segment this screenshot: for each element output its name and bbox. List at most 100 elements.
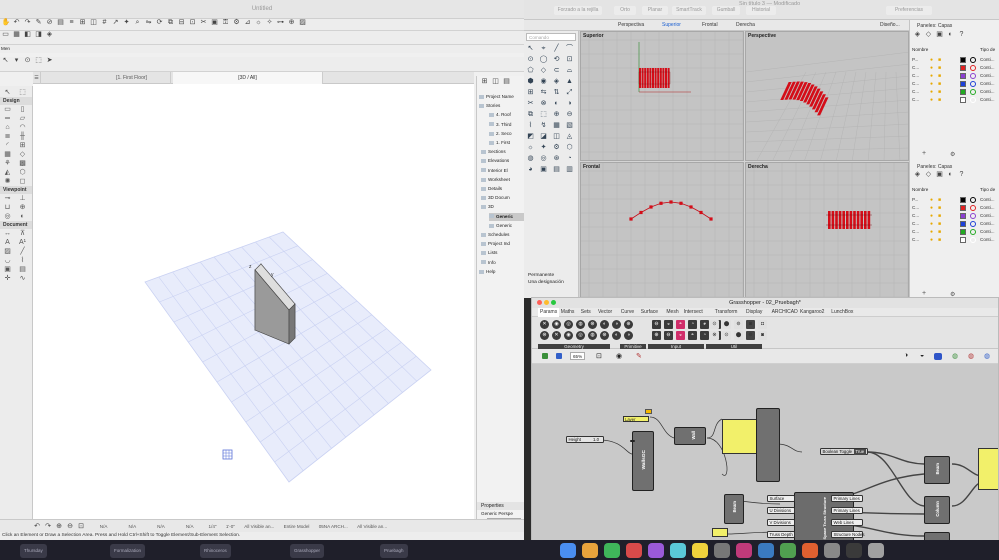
trace-icon[interactable]: ◫ <box>90 19 98 27</box>
layer-row[interactable]: C... ● ■ Conti... <box>910 220 999 228</box>
add-layer-icon[interactable]: + <box>922 150 926 157</box>
gh-param-icon[interactable]: ◉ <box>564 331 573 340</box>
visibility-bulb-icon[interactable]: ● <box>930 236 933 244</box>
viewport-derecha[interactable]: Derecha <box>745 162 909 298</box>
dock-icon[interactable] <box>824 543 840 558</box>
figure-tool-icon[interactable]: ▤ <box>17 265 28 274</box>
navigator-item[interactable]: Generic <box>489 222 512 230</box>
tab-perspectiva[interactable]: Perspectiva <box>618 20 644 31</box>
gh-input-icon[interactable]: ◓ <box>676 320 685 329</box>
gh-param-icon[interactable]: ◎ <box>576 331 585 340</box>
lamp-tool-icon[interactable]: ✺ <box>2 177 13 186</box>
visibility-bulb-icon[interactable]: ● <box>930 204 933 212</box>
gh-input-icon[interactable]: ⊖ <box>652 320 661 329</box>
visibility-bulb-icon[interactable]: ● <box>930 96 933 104</box>
rhino-tool-icon[interactable]: ⊞ <box>525 88 536 98</box>
rhino-tool-icon[interactable]: ⊛ <box>551 154 562 164</box>
gh-param-icon[interactable]: ◎ <box>564 320 573 329</box>
rhino-tool-icon[interactable]: ▥ <box>564 165 575 175</box>
space-truss-component[interactable]: Surface U Divisions V Divisions Truss Depth… <box>767 492 865 541</box>
lock-icon[interactable]: ■ <box>938 196 941 204</box>
rhino-tool-icon[interactable]: ◐ <box>551 99 562 109</box>
gh-param-icon[interactable]: ◐ <box>612 331 621 340</box>
arc-tool-icon[interactable]: ◡ <box>2 256 13 265</box>
align-icon[interactable]: ⊟ <box>178 19 186 27</box>
rhino-tool-icon[interactable]: ⬠ <box>525 66 536 76</box>
layer-material-icon[interactable] <box>970 73 976 79</box>
layer-color-swatch[interactable] <box>960 97 966 103</box>
view-map-icon[interactable]: ◫ <box>492 78 500 86</box>
rhino-tool-icon[interactable]: ⌓ <box>564 66 575 76</box>
dock-icon[interactable] <box>604 543 620 558</box>
pen-set-icon[interactable]: ≡ <box>68 19 76 27</box>
rhino-tool-icon[interactable]: ◪ <box>538 132 549 142</box>
rhino-tool-icon[interactable]: ⧉ <box>525 110 536 120</box>
status-scale[interactable]: 1/4" <box>209 524 217 529</box>
tab-3d-all[interactable]: [3D / All] <box>173 72 323 84</box>
smarttrack-button[interactable]: SmartTrack <box>672 6 706 15</box>
rhino-tool-icon[interactable]: ↖ <box>525 44 536 54</box>
viewport-frontal[interactable]: Frontal <box>580 162 744 298</box>
gh-param-icon[interactable]: ◑ <box>612 320 621 329</box>
navigator-item[interactable]: 3. Third <box>489 121 512 129</box>
layer-color-swatch[interactable] <box>960 81 966 87</box>
boolean-toggle[interactable]: Boolean Toggle True <box>820 448 868 455</box>
label-tool-icon[interactable]: A¹ <box>17 238 28 247</box>
bake-icon[interactable]: ◍ <box>952 352 958 360</box>
roof-tool-icon[interactable]: ⌂ <box>2 123 13 132</box>
display-icon[interactable]: ◐ <box>947 31 955 39</box>
navigator-item[interactable]: 3D <box>481 203 494 211</box>
curtain-wall-tool-icon[interactable]: ▦ <box>2 150 13 159</box>
gumball-button[interactable]: Gumball <box>712 6 740 15</box>
layer-material-icon[interactable] <box>970 97 976 103</box>
gh-tab-intersect[interactable]: Intersect <box>684 308 703 317</box>
dock-icon[interactable] <box>626 543 642 558</box>
layer-row[interactable]: C... ● ■ Conti... <box>910 80 999 88</box>
pan-icon[interactable]: ✋ <box>2 19 11 27</box>
marquee-icon[interactable]: ⬚ <box>35 57 43 65</box>
gh-tab-display[interactable]: Display <box>746 308 762 317</box>
layer-row[interactable]: C... ● ■ Conti... <box>910 204 999 212</box>
redo-icon[interactable]: ↷ <box>24 19 32 27</box>
lock-icon[interactable]: ■ <box>938 56 941 64</box>
layer-material-icon[interactable] <box>970 205 976 211</box>
navigator-item[interactable]: Details <box>481 185 502 193</box>
pin-icon[interactable]: ⊙ <box>24 57 32 65</box>
rhino-tool-icon[interactable]: ⟲ <box>551 55 562 65</box>
zoom-in-icon[interactable]: ⊕ <box>55 523 63 531</box>
add-layer-icon-2[interactable]: + <box>922 290 926 297</box>
gh-canvas[interactable]: Layer Height 1.0 WallsGC Wall Boolean To… <box>532 364 998 541</box>
tab-diseno[interactable]: Diseño... <box>880 20 900 31</box>
properties-icon[interactable]: ◇ <box>925 31 933 39</box>
layer-row[interactable]: P... ● ■ Conti... <box>910 196 999 204</box>
navigator-item[interactable]: Sections <box>481 148 506 156</box>
rhino-tool-icon[interactable]: ↯ <box>538 121 549 131</box>
layer-color-swatch[interactable] <box>960 205 966 211</box>
dock-icon[interactable] <box>692 543 708 558</box>
gh-input-icon[interactable]: ◒ <box>664 320 673 329</box>
text-tool-icon[interactable]: A <box>2 238 13 247</box>
dock-icon[interactable] <box>736 543 752 558</box>
layer-material-icon[interactable] <box>970 89 976 95</box>
layer-row[interactable]: C... ● ■ Conti... <box>910 64 999 72</box>
layer-material-icon[interactable] <box>970 57 976 63</box>
gh-param-icon[interactable]: ⊜ <box>540 331 549 340</box>
layer-color-swatch[interactable] <box>960 89 966 95</box>
dock-app-item[interactable]: Grasshopper <box>290 544 325 558</box>
drawing-tool-icon[interactable]: ▣ <box>2 265 13 274</box>
marquee-tool-icon[interactable]: ⬚ <box>17 88 28 97</box>
gh-param-icon[interactable]: ✕ <box>540 320 549 329</box>
navigator-item[interactable]: Stories <box>479 102 500 110</box>
opening-tool-icon[interactable]: ◻ <box>17 177 28 186</box>
visibility-bulb-icon[interactable]: ● <box>930 88 933 96</box>
layer-panel-node[interactable]: Layer <box>623 416 649 422</box>
gh-param-icon[interactable]: ◍ <box>576 320 585 329</box>
dock-icon[interactable] <box>758 543 774 558</box>
object-icon[interactable]: ▣ <box>936 31 944 39</box>
status-na-3[interactable]: N/A <box>157 524 164 529</box>
rhino-tool-icon[interactable]: ⊕ <box>551 110 562 120</box>
planar-button[interactable]: Planar <box>642 6 668 15</box>
project-map-icon[interactable]: ⊞ <box>481 78 489 86</box>
layer-color-swatch[interactable] <box>960 213 966 219</box>
gh-util-icon[interactable]: ⬤ <box>722 320 731 329</box>
